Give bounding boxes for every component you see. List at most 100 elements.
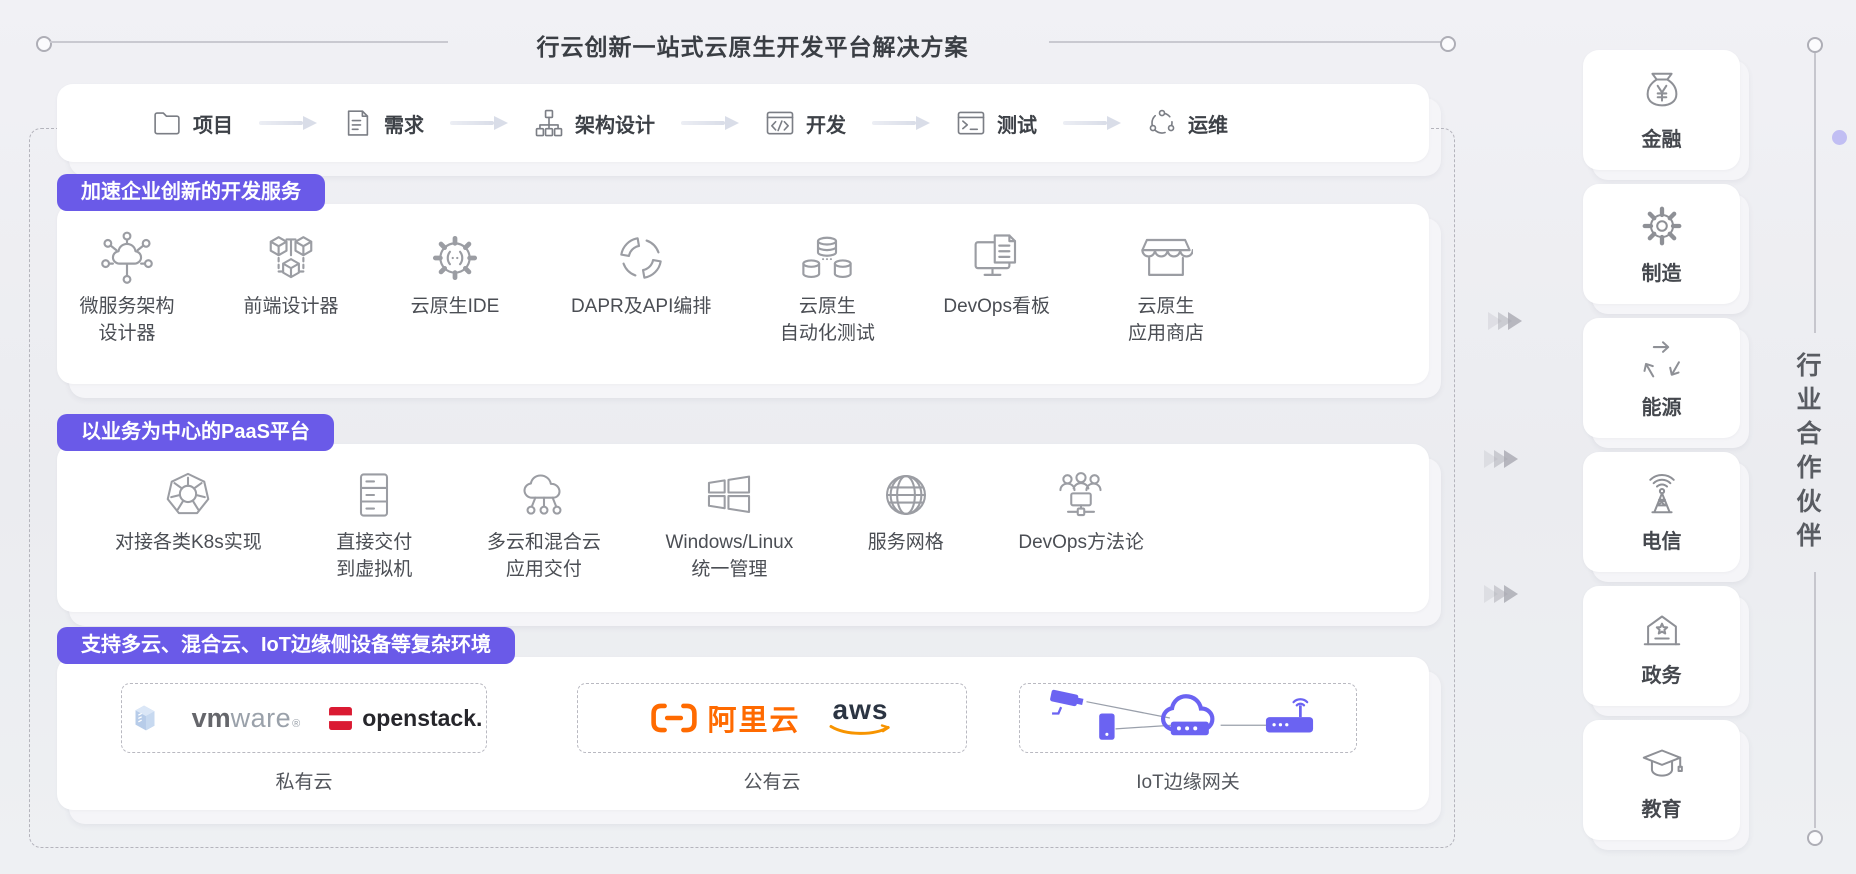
header-right-circle bbox=[1440, 36, 1456, 52]
partner-label: 制造 bbox=[1642, 257, 1682, 286]
openstack-logo: openstack. bbox=[328, 705, 482, 732]
partner-card-government: 政务 bbox=[1583, 586, 1740, 706]
item-app-store: 云原生应用商店 bbox=[1118, 231, 1214, 347]
flow-arrow bbox=[259, 116, 317, 130]
iot-router-icon bbox=[1266, 699, 1313, 732]
iot-phone-icon bbox=[1099, 713, 1114, 739]
item-label: 微服务架构设计器 bbox=[79, 294, 174, 347]
government-icon bbox=[1639, 605, 1685, 651]
private-cloud-box: vmware® openstack. bbox=[121, 683, 487, 753]
item-label: 直接交付到虚拟机 bbox=[336, 530, 412, 583]
item-label: DAPR及API编排 bbox=[571, 294, 711, 321]
partner-axis-top-circle bbox=[1807, 37, 1823, 53]
item-label: 服务网格 bbox=[868, 530, 944, 557]
item-devops-methodology: DevOps方法论 bbox=[1018, 469, 1144, 557]
cubes-icon bbox=[264, 231, 318, 285]
item-vm-delivery: 直接交付到虚拟机 bbox=[326, 469, 422, 583]
workflow-step-test: 测试 bbox=[956, 108, 1037, 138]
item-label: 对接各类K8s实现 bbox=[115, 530, 262, 557]
terminal-icon bbox=[956, 108, 986, 138]
workflow-step-requirement: 需求 bbox=[343, 108, 424, 138]
aliyun-logo: 阿里云 bbox=[651, 697, 800, 739]
aws-logo: aws bbox=[829, 696, 893, 737]
workflow-step-label: 项目 bbox=[193, 109, 233, 138]
iot-gateway-caption: IoT边缘网关 bbox=[1019, 767, 1357, 794]
kubernetes-wheel-icon bbox=[162, 469, 214, 521]
item-label: 多云和混合云应用交付 bbox=[487, 530, 601, 583]
item-microservice-designer: 微服务架构设计器 bbox=[79, 231, 175, 347]
globe-mesh-icon bbox=[880, 469, 932, 521]
microservice-hub-icon bbox=[100, 231, 154, 285]
section-paas-platform: 以业务为中心的PaaS平台 对接各类K8s实现 直接交付到虚拟机 多云和混合云应… bbox=[57, 444, 1429, 612]
item-win-linux: Windows/Linux统一管理 bbox=[665, 469, 793, 583]
section-dev-services: 加速企业创新的开发服务 微服务架构设计器 前端设计器 云原生IDE DAPR及A… bbox=[57, 204, 1429, 384]
item-multicloud-delivery: 多云和混合云应用交付 bbox=[487, 469, 601, 583]
item-label: 云原生自动化测试 bbox=[780, 294, 875, 347]
partner-card-manufacturing: 制造 bbox=[1583, 184, 1740, 304]
item-label: 前端设计器 bbox=[243, 294, 338, 321]
server-icon bbox=[126, 699, 164, 737]
private-cloud-caption: 私有云 bbox=[121, 767, 487, 794]
gear-code-icon bbox=[428, 231, 482, 285]
partner-axis-line bbox=[1814, 53, 1816, 333]
database-cluster-icon bbox=[800, 231, 854, 285]
workflow-step-label: 运维 bbox=[1188, 109, 1228, 138]
ops-loop-icon bbox=[1147, 108, 1177, 138]
aliyun-bracket-icon bbox=[651, 703, 697, 733]
solution-diagram: 行云创新一站式云原生开发平台解决方案 项目 需求 架构设计 开发 测试 bbox=[0, 0, 1856, 874]
partner-axis-label: 行业合作伙伴 bbox=[1789, 352, 1825, 556]
partner-label: 金融 bbox=[1642, 123, 1682, 152]
api-connector-icon bbox=[614, 231, 668, 285]
section-items: 微服务架构设计器 前端设计器 云原生IDE DAPR及API编排 云原生自动化测… bbox=[57, 204, 1429, 347]
item-label: DevOps方法论 bbox=[1018, 530, 1144, 557]
iot-cloud-icon bbox=[1163, 696, 1212, 735]
public-cloud-box: 阿里云 aws bbox=[577, 683, 967, 753]
partner-label: 能源 bbox=[1642, 391, 1682, 420]
flow-arrow bbox=[1063, 116, 1121, 130]
section-pill: 加速企业创新的开发服务 bbox=[57, 174, 325, 211]
flow-arrow bbox=[681, 116, 739, 130]
vmware-logo: vmware® bbox=[192, 703, 301, 734]
flow-arrow bbox=[872, 116, 930, 130]
section-pill: 以业务为中心的PaaS平台 bbox=[57, 414, 334, 451]
partner-card-finance: 金融 bbox=[1583, 50, 1740, 170]
flow-chevrons bbox=[1492, 312, 1522, 330]
item-label: Windows/Linux统一管理 bbox=[665, 530, 793, 583]
flow-chevrons bbox=[1488, 450, 1518, 468]
item-service-mesh: 服务网格 bbox=[858, 469, 954, 557]
header-right-line bbox=[1049, 41, 1441, 43]
item-k8s: 对接各类K8s实现 bbox=[115, 469, 262, 557]
workflow-step-project: 项目 bbox=[152, 108, 233, 138]
partner-axis-bottom-circle bbox=[1807, 830, 1823, 846]
partner-label: 政务 bbox=[1642, 659, 1682, 688]
header-left-line bbox=[50, 41, 448, 43]
code-window-icon bbox=[765, 108, 795, 138]
item-devops-board: DevOps看板 bbox=[943, 231, 1050, 321]
monitor-doc-icon bbox=[970, 231, 1024, 285]
graduation-cap-icon bbox=[1639, 739, 1685, 785]
item-label: 云原生应用商店 bbox=[1128, 294, 1204, 347]
item-cloud-native-ide: 云原生IDE bbox=[407, 231, 503, 321]
document-icon bbox=[343, 108, 373, 138]
partner-axis-line bbox=[1814, 572, 1816, 828]
windows-icon bbox=[703, 469, 755, 521]
header-left-circle bbox=[36, 36, 52, 52]
partner-card-telecom: 电信 bbox=[1583, 452, 1740, 572]
partner-card-energy: 能源 bbox=[1583, 318, 1740, 438]
server-rack-icon bbox=[348, 469, 400, 521]
iot-gateway-box bbox=[1019, 683, 1357, 753]
workflow-step-develop: 开发 bbox=[765, 108, 846, 138]
storefront-icon bbox=[1139, 231, 1193, 285]
section-environments: 支持多云、混合云、IoT边缘侧设备等复杂环境 vmware® openstack… bbox=[57, 657, 1429, 810]
page-title: 行云创新一站式云原生开发平台解决方案 bbox=[420, 28, 1085, 62]
workflow-card: 项目 需求 架构设计 开发 测试 运维 bbox=[57, 84, 1429, 162]
workflow-step-label: 测试 bbox=[997, 109, 1037, 138]
money-bag-icon bbox=[1639, 69, 1685, 115]
aws-swoosh-icon bbox=[829, 724, 893, 737]
folder-icon bbox=[152, 108, 182, 138]
workflow-step-architecture: 架构设计 bbox=[534, 108, 655, 138]
item-frontend-designer: 前端设计器 bbox=[243, 231, 339, 321]
item-auto-test: 云原生自动化测试 bbox=[779, 231, 875, 347]
cloud-nodes-icon bbox=[518, 469, 570, 521]
recycle-icon bbox=[1639, 337, 1685, 383]
